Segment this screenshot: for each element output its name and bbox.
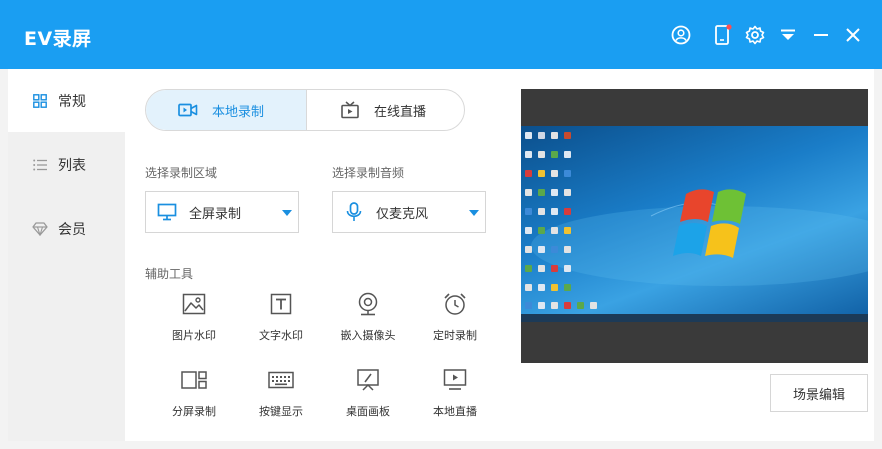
sidebar-item-vip[interactable]: 会员 — [8, 197, 125, 260]
tool-embed-webcam[interactable]: 嵌入摄像头 — [328, 291, 408, 353]
sidebar-item-general[interactable]: 常规 — [8, 69, 125, 132]
microphone-icon — [344, 202, 364, 222]
alarm-icon — [442, 291, 468, 317]
window-border-bottom — [0, 441, 882, 449]
user-icon[interactable] — [670, 24, 692, 46]
window-border-right — [874, 69, 882, 449]
list-icon — [32, 157, 48, 173]
main-content: 本地录制 在线直播 选择录制区域 全屏录制 选择录制音频 仅麦克风 辅助工具 图… — [125, 69, 874, 441]
grid-icon — [32, 93, 48, 109]
tool-split-record[interactable]: 分屏录制 — [154, 367, 234, 429]
chevron-down-icon — [469, 210, 479, 216]
tv-icon — [340, 101, 360, 119]
tab-live-stream[interactable]: 在线直播 — [307, 90, 464, 130]
keyboard-icon — [268, 367, 294, 393]
text-icon — [268, 291, 294, 317]
chevron-down-icon — [282, 210, 292, 216]
diamond-icon — [32, 221, 48, 237]
sidebar-item-label: 常规 — [58, 93, 86, 110]
close-icon[interactable] — [842, 24, 864, 46]
sidebar-item-list[interactable]: 列表 — [8, 133, 125, 196]
scene-edit-button[interactable]: 场景编辑 — [770, 374, 868, 412]
screen-preview — [521, 89, 868, 363]
audio-select[interactable]: 仅麦克风 — [332, 191, 486, 233]
tool-label: 文字水印 — [259, 329, 303, 342]
tool-label: 本地直播 — [433, 405, 477, 418]
tool-timed-record[interactable]: 定时录制 — [415, 291, 495, 353]
tool-label: 按键显示 — [259, 405, 303, 418]
sidebar-item-label: 会员 — [58, 221, 86, 238]
settings-icon[interactable] — [744, 24, 766, 46]
app-title: EV录屏 — [24, 28, 92, 50]
audio-label: 选择录制音频 — [332, 166, 405, 180]
region-value: 全屏录制 — [189, 206, 242, 222]
tool-local-live[interactable]: 本地直播 — [415, 367, 495, 429]
tools-label: 辅助工具 — [145, 267, 194, 281]
sidebar-item-label: 列表 — [58, 157, 86, 174]
monitor-play-icon — [442, 367, 468, 393]
video-camera-icon — [178, 101, 198, 119]
webcam-icon — [355, 291, 381, 317]
tool-desktop-whiteboard[interactable]: 桌面画板 — [328, 367, 408, 429]
mode-toggle: 本地录制 在线直播 — [145, 89, 465, 131]
dropdown-icon[interactable] — [777, 24, 799, 46]
tool-label: 嵌入摄像头 — [340, 329, 396, 342]
split-screen-icon — [181, 367, 207, 393]
tool-image-watermark[interactable]: 图片水印 — [154, 291, 234, 353]
tool-key-display[interactable]: 按键显示 — [241, 367, 321, 429]
taskbar — [521, 314, 868, 322]
tab-label: 本地录制 — [212, 104, 265, 120]
minimize-icon[interactable] — [810, 24, 832, 46]
region-select[interactable]: 全屏录制 — [145, 191, 299, 233]
sidebar: 常规 列表 会员 — [8, 69, 125, 441]
audio-value: 仅麦克风 — [376, 206, 429, 222]
title-bar: EV录屏 — [0, 0, 882, 69]
tool-label: 定时录制 — [433, 329, 477, 342]
phone-icon[interactable] — [712, 24, 734, 46]
image-icon — [181, 291, 207, 317]
tool-label: 图片水印 — [172, 329, 216, 342]
app-window: EV录屏 常规 列表 会员 本地录制 在线直播 选择录制区域 全屏录制 选择录制… — [0, 0, 882, 449]
tool-label: 桌面画板 — [346, 405, 390, 418]
tab-label: 在线直播 — [374, 104, 427, 120]
tool-label: 分屏录制 — [172, 405, 216, 418]
whiteboard-icon — [355, 367, 381, 393]
tab-local-record[interactable]: 本地录制 — [146, 90, 307, 130]
tool-text-watermark[interactable]: 文字水印 — [241, 291, 321, 353]
monitor-icon — [157, 202, 177, 222]
region-label: 选择录制区域 — [145, 166, 218, 180]
desktop-thumbnail — [521, 126, 868, 322]
